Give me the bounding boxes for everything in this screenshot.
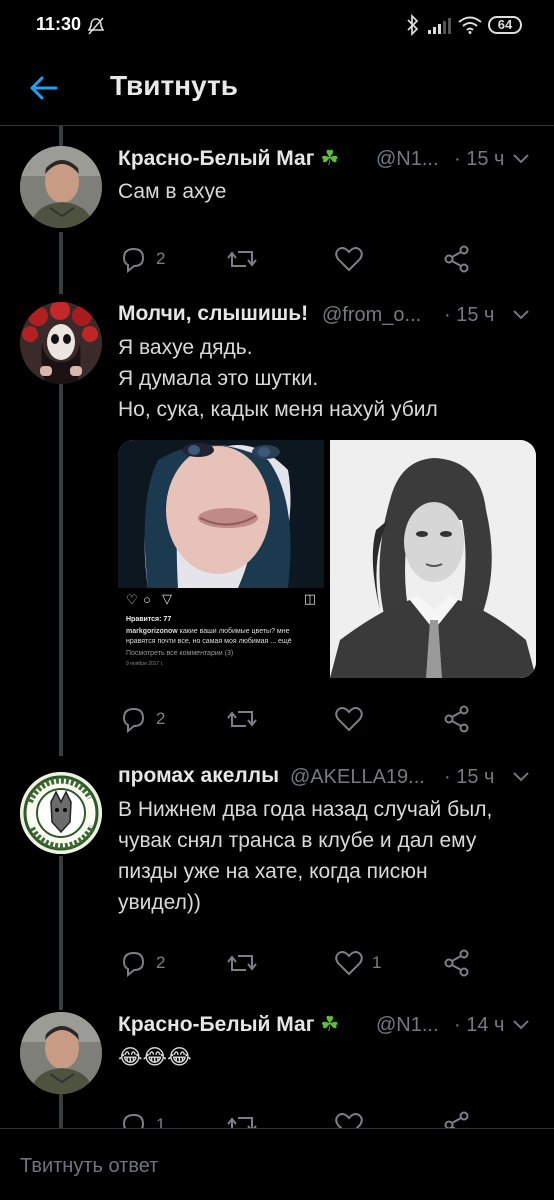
chevron-down-icon[interactable] [512, 1018, 530, 1032]
wifi-icon [458, 16, 482, 34]
tweet[interactable]: Красно-Белый Маг ☘ @N1... · 14 ч 😂😂😂 1 [0, 1012, 554, 1128]
tweet-text: Сам в ахуе [118, 180, 227, 203]
instagram-caption: markgorizonow какие ваши любимые цветы? … [126, 628, 292, 645]
tweet-text: Я вахуе дядь. Я думала это шутки. Но, су… [118, 336, 438, 421]
share-button[interactable] [442, 244, 472, 274]
retweet-icon [227, 955, 257, 971]
bluetooth-icon [407, 14, 419, 36]
tweet-time: · 14 ч [454, 1014, 505, 1036]
instagram-date: 9 ноября 2017 г. [126, 661, 164, 667]
tweet-header: промах акеллы @AKELLA19... · 15 ч [118, 764, 538, 794]
chevron-down-icon[interactable] [512, 770, 530, 784]
bookmark-icon: ◫ [303, 591, 316, 606]
heart-icon [335, 707, 363, 732]
reply-input[interactable]: Твитнуть ответ [20, 1155, 158, 1178]
share-button[interactable] [442, 948, 472, 978]
reply-icon [122, 1113, 145, 1128]
tweet-media[interactable]: ♡ ○ ▽ ◫ Нравится: 77 markgorizonow какие… [118, 440, 536, 678]
tweet[interactable]: промах акеллы @AKELLA19... · 15 ч В Нижн… [0, 764, 554, 984]
app-header: Твитнуть [0, 54, 554, 126]
retweet-icon [227, 711, 257, 727]
tweet-time: · 15 ч [454, 148, 505, 170]
share-icon [444, 1111, 469, 1128]
retweet-button[interactable] [226, 948, 258, 978]
reply-icon [122, 951, 145, 978]
status-time: 11:30 [36, 14, 82, 34]
retweet-button[interactable] [226, 704, 258, 734]
reply-button[interactable]: 2 [118, 244, 165, 274]
avatar[interactable] [20, 1012, 102, 1094]
portrait-photo [118, 440, 324, 588]
reply-icon [122, 707, 145, 734]
retweet-icon [227, 1117, 257, 1128]
author-handle[interactable]: @from_o... [322, 304, 421, 327]
comment-icon: ○ [143, 592, 151, 607]
tweet-actions: 2 [118, 704, 488, 734]
reply-button[interactable]: 2 [118, 948, 165, 978]
bw-portrait-photo [330, 440, 536, 678]
clover-emoji-icon: ☘ [320, 1013, 340, 1036]
chevron-down-icon[interactable] [512, 152, 530, 166]
reply-button[interactable]: 2 [118, 704, 165, 734]
battery-level: 64 [497, 17, 513, 32]
share-icon [444, 949, 469, 977]
heart-icon: ♡ [126, 592, 138, 607]
author-name[interactable]: Красно-Белый Маг ☘ [118, 146, 339, 171]
author-name[interactable]: Молчи, слышишь! [118, 302, 308, 326]
like-button[interactable]: 1 [334, 948, 381, 978]
heart-icon [335, 951, 363, 976]
like-button[interactable] [334, 704, 364, 734]
media-image-right[interactable] [330, 440, 536, 678]
tweet-text: В Нижнем два года назад случай был, чува… [118, 798, 493, 914]
author-handle[interactable]: @N1... [376, 1014, 439, 1037]
reply-composer[interactable]: Твитнуть ответ [0, 1128, 554, 1200]
status-bar: 11:30 64 [0, 0, 554, 54]
tweet-actions: 2 1 [118, 948, 488, 978]
thread-line [59, 126, 63, 146]
share-button[interactable] [442, 1110, 472, 1128]
heart-icon [335, 247, 363, 272]
tweet-header: Красно-Белый Маг ☘ @N1... · 15 ч [118, 146, 538, 176]
signal-icon [428, 18, 451, 34]
share-button[interactable] [442, 704, 472, 734]
share-icon [444, 705, 469, 733]
mute-icon [87, 17, 105, 35]
reply-button[interactable]: 1 [118, 1110, 165, 1128]
author-name[interactable]: промах акеллы [118, 764, 279, 788]
tweet-header: Красно-Белый Маг ☘ @N1... · 14 ч [118, 1012, 538, 1042]
tweet[interactable]: Красно-Белый Маг ☘ @N1... · 15 ч Сам в а… [0, 146, 554, 286]
page-title: Твитнуть [110, 70, 238, 101]
tweet[interactable]: Молчи, слышишь! @from_o... · 15 ч Я ваху… [0, 302, 554, 742]
tweet-header: Молчи, слышишь! @from_o... · 15 ч [118, 302, 538, 332]
instagram-action-icons: ♡ ○ ▽ ◫ [126, 591, 316, 610]
like-button[interactable] [334, 1110, 364, 1128]
retweet-button[interactable] [226, 1110, 258, 1128]
back-arrow-icon[interactable] [26, 70, 62, 106]
author-name[interactable]: Красно-Белый Маг ☘ [118, 1012, 339, 1037]
retweet-icon [227, 251, 257, 267]
tweet-time: · 15 ч [444, 766, 495, 788]
send-icon: ▽ [162, 591, 172, 606]
media-image-left[interactable]: ♡ ○ ▽ ◫ Нравится: 77 markgorizonow какие… [118, 440, 324, 678]
instagram-likes: Нравится: 77 [126, 616, 172, 623]
retweet-button[interactable] [226, 244, 258, 274]
tweet-actions: 1 [118, 1110, 488, 1128]
avatar[interactable] [20, 302, 102, 384]
avatar[interactable] [20, 146, 102, 228]
reply-icon [122, 247, 145, 274]
chevron-down-icon[interactable] [512, 308, 530, 322]
tweet-text: 😂😂😂 [118, 1046, 192, 1069]
share-icon [444, 245, 469, 273]
author-handle[interactable]: @AKELLA19... [290, 766, 425, 789]
avatar[interactable] [20, 772, 102, 854]
tweet-time: · 15 ч [444, 304, 495, 326]
like-button[interactable] [334, 244, 364, 274]
instagram-comments: Посмотреть все комментарии (3) [126, 650, 234, 657]
heart-icon [335, 1113, 363, 1128]
author-handle[interactable]: @N1... [376, 148, 439, 171]
tweet-actions: 2 [118, 244, 488, 274]
clover-emoji-icon: ☘ [320, 147, 340, 170]
